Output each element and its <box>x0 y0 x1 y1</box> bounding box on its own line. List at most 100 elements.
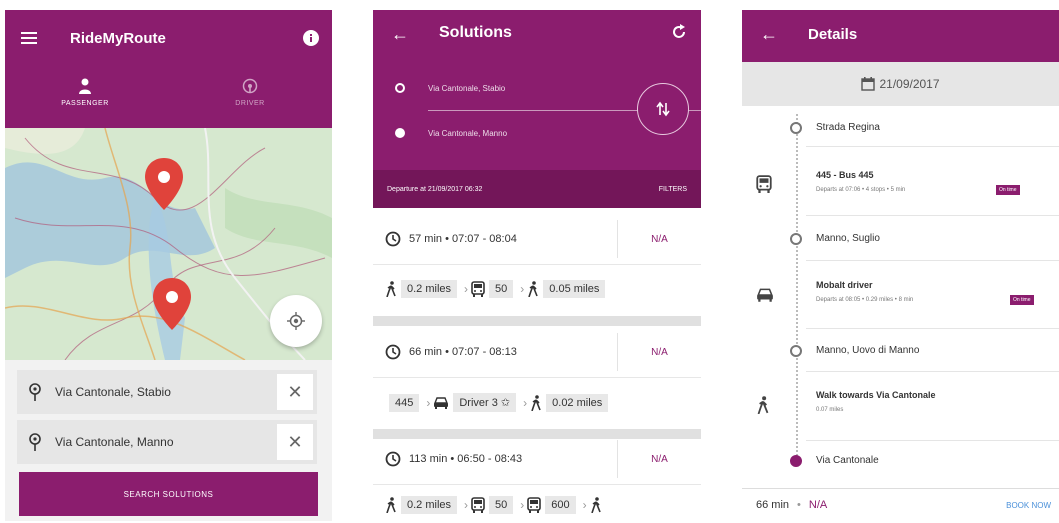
calendar-icon <box>861 77 879 91</box>
back-arrow-icon[interactable]: ← <box>760 24 778 45</box>
final-stop-marker-icon <box>790 455 802 467</box>
chevron-right-icon: › <box>520 498 525 512</box>
car-icon <box>756 288 774 302</box>
separator-dot: • <box>797 499 801 511</box>
segment-subtitle: Departs at 08:05 • 0.29 miles • 8 min <box>816 297 914 303</box>
my-location-button[interactable] <box>270 295 322 347</box>
chevron-right-icon: › <box>582 498 587 512</box>
origin-dot-icon <box>395 83 405 93</box>
bus-icon <box>471 497 485 513</box>
departure-bar: Departure at 21/09/2017 06:32 FILTERS <box>373 170 701 208</box>
origin-field[interactable]: Via Cantonale, Stabio ✕ <box>17 370 317 414</box>
bus-icon <box>756 175 772 193</box>
search-solutions-button[interactable]: SEARCH SOLUTIONS <box>19 472 318 516</box>
step-label: 445 <box>389 393 420 412</box>
menu-icon[interactable] <box>21 32 37 44</box>
status-badge: On time <box>996 185 1020 195</box>
book-now-button[interactable]: BOOK NOW <box>1006 501 1051 510</box>
bus-icon <box>471 281 485 297</box>
segment-title: Mobalt driver <box>816 280 873 290</box>
divider <box>373 264 701 265</box>
divider <box>806 440 1059 441</box>
map-pin-icon <box>29 383 41 401</box>
solution-card[interactable]: 66 min • 07:07 - 08:13 N/A 445 › Driver … <box>373 333 701 425</box>
app-title: RideMyRoute <box>70 30 166 47</box>
destination-field[interactable]: Via Cantonale, Manno ✕ <box>17 420 317 464</box>
solution-time: 57 min • 07:07 - 08:04 <box>385 220 517 258</box>
solution-price: N/A <box>617 220 701 258</box>
solution-time-text: 66 min • 07:07 - 08:13 <box>409 346 517 358</box>
segment-title: Walk towards Via Cantonale <box>816 390 936 400</box>
filters-button[interactable]: FILTERS <box>659 186 687 193</box>
solution-steps: 0.2 miles › 50 › 600 › <box>385 496 602 514</box>
solution-time-text: 113 min • 06:50 - 08:43 <box>409 453 523 465</box>
status-badge: On time <box>1010 295 1034 305</box>
origin-pin-icon[interactable] <box>145 158 183 210</box>
swap-icon <box>656 101 670 117</box>
walk-icon <box>530 394 542 411</box>
segment-title: 445 - Bus 445 <box>816 170 874 180</box>
walk-icon <box>385 497 397 513</box>
swap-direction-button[interactable] <box>637 83 689 135</box>
step-label: 0.2 miles <box>401 496 458 514</box>
chevron-right-icon: › <box>426 395 431 410</box>
solution-price: N/A <box>617 333 701 371</box>
divider <box>806 371 1059 372</box>
step-label: 50 <box>489 496 514 514</box>
walk-icon <box>385 281 397 297</box>
tab-passenger[interactable]: PASSENGER <box>45 78 125 107</box>
solution-steps: 0.2 miles › 50 › 0.05 miles <box>385 280 609 298</box>
route-destination[interactable]: Via Cantonale, Manno <box>428 129 507 138</box>
divider <box>806 260 1059 261</box>
clear-destination-button[interactable]: ✕ <box>277 424 313 460</box>
stop-marker-icon <box>790 122 802 134</box>
date-bar: 21/09/2017 <box>742 62 1059 106</box>
step-label: 0.05 miles <box>543 280 606 298</box>
solutions-header: ← Solutions Via Cantonale, Stabio Via Ca… <box>373 10 701 208</box>
solution-card[interactable]: 113 min • 06:50 - 08:43 N/A 0.2 miles › … <box>373 440 701 521</box>
solutions-screen: ← Solutions Via Cantonale, Stabio Via Ca… <box>373 10 701 521</box>
car-icon <box>433 396 449 409</box>
refresh-icon[interactable] <box>671 24 687 40</box>
tab-driver-label: DRIVER <box>235 100 265 107</box>
page-title: Solutions <box>439 24 512 41</box>
clear-origin-button[interactable]: ✕ <box>277 374 313 410</box>
clock-icon <box>385 344 409 360</box>
solution-time-text: 57 min • 07:07 - 08:04 <box>409 233 517 245</box>
stop-name: Via Cantonale <box>816 455 879 466</box>
destination-dot-icon <box>395 128 405 138</box>
stop-name: Manno, Uovo di Manno <box>816 345 920 356</box>
step-label: 600 <box>545 496 576 514</box>
solution-price: N/A <box>617 440 701 478</box>
departure-time[interactable]: Departure at 21/09/2017 06:32 <box>387 186 659 193</box>
destination-pin-icon[interactable] <box>153 278 191 330</box>
divider <box>806 215 1059 216</box>
search-screen: RideMyRoute PASSENGER DRIVER Via Cantona… <box>5 10 332 521</box>
back-arrow-icon[interactable]: ← <box>391 24 409 45</box>
origin-text: Via Cantonale, Stabio <box>55 385 171 399</box>
route-origin[interactable]: Via Cantonale, Stabio <box>428 84 505 93</box>
divider <box>373 484 701 485</box>
total-duration: 66 min <box>756 499 790 511</box>
locate-icon <box>287 312 305 330</box>
solution-time: 66 min • 07:07 - 08:13 <box>385 333 517 371</box>
step-label: 50 <box>489 280 514 298</box>
divider <box>806 328 1059 329</box>
bus-icon <box>527 497 542 513</box>
step-label: 0.2 miles <box>401 280 458 298</box>
tab-passenger-label: PASSENGER <box>61 100 109 107</box>
solution-card[interactable]: 57 min • 07:07 - 08:04 N/A 0.2 miles › 5… <box>373 220 701 312</box>
info-icon[interactable] <box>303 30 319 46</box>
total-price: N/A <box>808 499 828 511</box>
clock-icon <box>385 231 409 247</box>
details-header: ← Details <box>742 10 1059 62</box>
step-label: Driver 3 ✩ <box>453 393 517 412</box>
page-title: Details <box>808 26 858 43</box>
map-pin-icon <box>29 433 41 451</box>
app-bar: RideMyRoute PASSENGER DRIVER <box>5 10 332 128</box>
walk-icon <box>527 281 539 297</box>
tab-driver[interactable]: DRIVER <box>210 78 290 107</box>
divider <box>373 377 701 378</box>
divider <box>373 316 701 326</box>
clock-icon <box>385 451 409 467</box>
